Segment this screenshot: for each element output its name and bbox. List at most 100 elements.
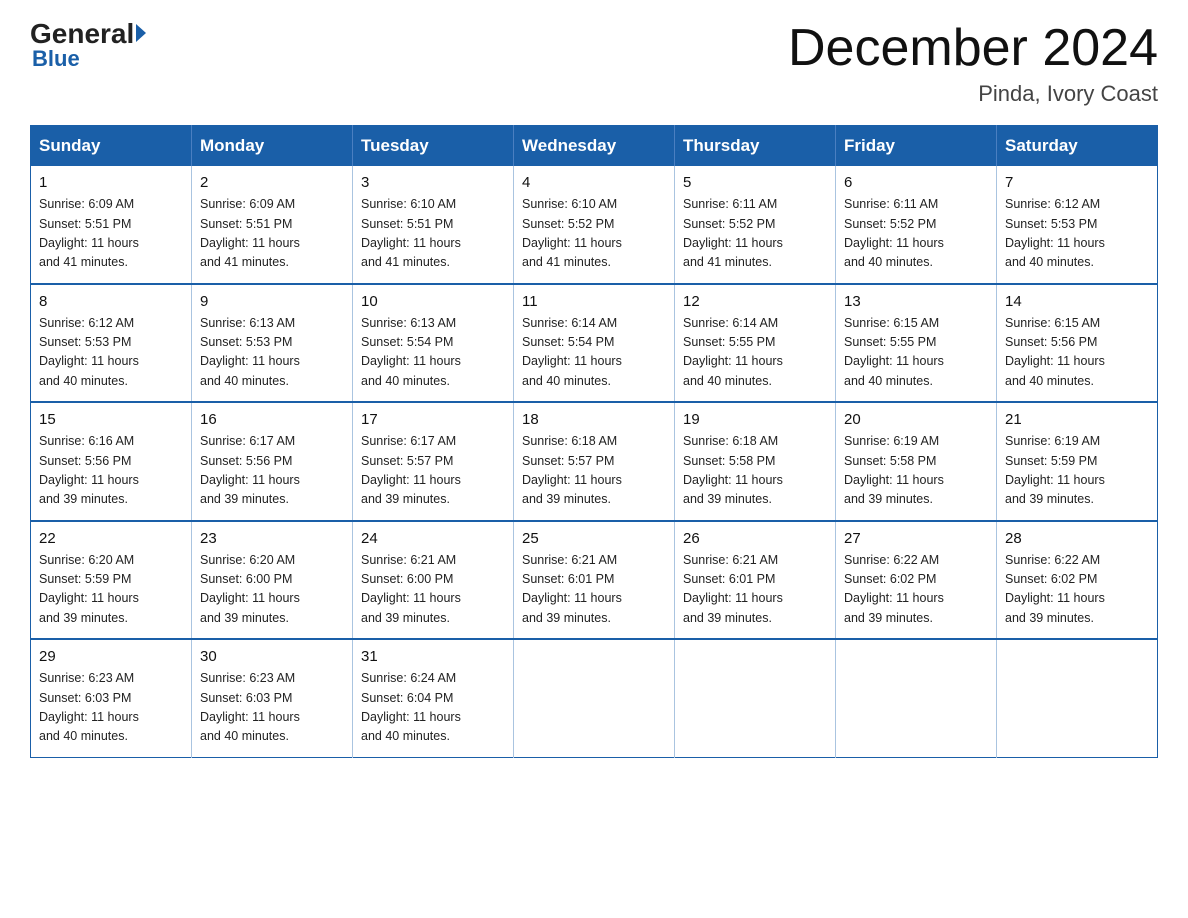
day-info: Sunrise: 6:14 AM Sunset: 5:55 PM Dayligh… — [683, 314, 827, 392]
day-number: 3 — [361, 174, 505, 191]
location: Pinda, Ivory Coast — [788, 81, 1158, 107]
day-number: 31 — [361, 648, 505, 665]
day-number: 8 — [39, 293, 183, 310]
day-info: Sunrise: 6:20 AM Sunset: 5:59 PM Dayligh… — [39, 551, 183, 629]
calendar-cell: 31 Sunrise: 6:24 AM Sunset: 6:04 PM Dayli… — [353, 639, 514, 757]
day-number: 24 — [361, 530, 505, 547]
day-number: 11 — [522, 293, 666, 310]
calendar-cell: 1 Sunrise: 6:09 AM Sunset: 5:51 PM Daylig… — [31, 166, 192, 284]
day-info: Sunrise: 6:12 AM Sunset: 5:53 PM Dayligh… — [39, 314, 183, 392]
day-info: Sunrise: 6:17 AM Sunset: 5:57 PM Dayligh… — [361, 432, 505, 510]
month-title: December 2024 — [788, 20, 1158, 77]
day-number: 12 — [683, 293, 827, 310]
calendar-week-5: 29 Sunrise: 6:23 AM Sunset: 6:03 PM Dayli… — [31, 639, 1158, 757]
day-number: 18 — [522, 411, 666, 428]
day-info: Sunrise: 6:15 AM Sunset: 5:56 PM Dayligh… — [1005, 314, 1149, 392]
calendar-header-row: SundayMondayTuesdayWednesdayThursdayFrid… — [31, 126, 1158, 167]
calendar-header-monday: Monday — [192, 126, 353, 167]
calendar-cell: 22Sunrise: 6:20 AM Sunset: 5:59 PM Dayli… — [31, 521, 192, 640]
calendar-cell: 13 Sunrise: 6:15 AM Sunset: 5:55 PM Dayli… — [836, 284, 997, 403]
calendar-cell: 11 Sunrise: 6:14 AM Sunset: 5:54 PM Dayli… — [514, 284, 675, 403]
calendar-cell: 2 Sunrise: 6:09 AM Sunset: 5:51 PM Daylig… — [192, 166, 353, 284]
day-info: Sunrise: 6:09 AM Sunset: 5:51 PM Dayligh… — [39, 195, 183, 273]
calendar-cell: 10 Sunrise: 6:13 AM Sunset: 5:54 PM Dayli… — [353, 284, 514, 403]
day-number: 13 — [844, 293, 988, 310]
calendar-week-1: 1 Sunrise: 6:09 AM Sunset: 5:51 PM Daylig… — [31, 166, 1158, 284]
calendar-cell: 27 Sunrise: 6:22 AM Sunset: 6:02 PM Dayli… — [836, 521, 997, 640]
logo-arrow-icon — [136, 24, 146, 42]
calendar-header-thursday: Thursday — [675, 126, 836, 167]
calendar-table: SundayMondayTuesdayWednesdayThursdayFrid… — [30, 125, 1158, 758]
day-info: Sunrise: 6:11 AM Sunset: 5:52 PM Dayligh… — [844, 195, 988, 273]
calendar-header-wednesday: Wednesday — [514, 126, 675, 167]
day-info: Sunrise: 6:16 AM Sunset: 5:56 PM Dayligh… — [39, 432, 183, 510]
calendar-cell: 6 Sunrise: 6:11 AM Sunset: 5:52 PM Daylig… — [836, 166, 997, 284]
day-number: 29 — [39, 648, 183, 665]
day-info: Sunrise: 6:12 AM Sunset: 5:53 PM Dayligh… — [1005, 195, 1149, 273]
day-number: 1 — [39, 174, 183, 191]
day-info: Sunrise: 6:22 AM Sunset: 6:02 PM Dayligh… — [1005, 551, 1149, 629]
day-info: Sunrise: 6:09 AM Sunset: 5:51 PM Dayligh… — [200, 195, 344, 273]
day-info: Sunrise: 6:10 AM Sunset: 5:52 PM Dayligh… — [522, 195, 666, 273]
calendar-cell: 5Sunrise: 6:11 AM Sunset: 5:52 PM Daylig… — [675, 166, 836, 284]
calendar-cell: 25 Sunrise: 6:21 AM Sunset: 6:01 PM Dayli… — [514, 521, 675, 640]
day-number: 16 — [200, 411, 344, 428]
calendar-cell: 8 Sunrise: 6:12 AM Sunset: 5:53 PM Daylig… — [31, 284, 192, 403]
day-number: 4 — [522, 174, 666, 191]
day-number: 6 — [844, 174, 988, 191]
calendar-cell: 19Sunrise: 6:18 AM Sunset: 5:58 PM Dayli… — [675, 402, 836, 521]
day-info: Sunrise: 6:21 AM Sunset: 6:01 PM Dayligh… — [522, 551, 666, 629]
day-info: Sunrise: 6:14 AM Sunset: 5:54 PM Dayligh… — [522, 314, 666, 392]
day-number: 20 — [844, 411, 988, 428]
day-number: 21 — [1005, 411, 1149, 428]
day-info: Sunrise: 6:24 AM Sunset: 6:04 PM Dayligh… — [361, 669, 505, 747]
calendar-cell — [514, 639, 675, 757]
day-info: Sunrise: 6:13 AM Sunset: 5:53 PM Dayligh… — [200, 314, 344, 392]
day-info: Sunrise: 6:11 AM Sunset: 5:52 PM Dayligh… — [683, 195, 827, 273]
day-number: 30 — [200, 648, 344, 665]
calendar-cell: 17 Sunrise: 6:17 AM Sunset: 5:57 PM Dayli… — [353, 402, 514, 521]
logo-blue: Blue — [30, 46, 80, 72]
logo-general: General — [30, 20, 134, 48]
day-info: Sunrise: 6:22 AM Sunset: 6:02 PM Dayligh… — [844, 551, 988, 629]
day-number: 17 — [361, 411, 505, 428]
day-number: 27 — [844, 530, 988, 547]
calendar-cell: 20 Sunrise: 6:19 AM Sunset: 5:58 PM Dayli… — [836, 402, 997, 521]
calendar-cell: 3 Sunrise: 6:10 AM Sunset: 5:51 PM Daylig… — [353, 166, 514, 284]
day-number: 25 — [522, 530, 666, 547]
day-info: Sunrise: 6:21 AM Sunset: 6:01 PM Dayligh… — [683, 551, 827, 629]
day-info: Sunrise: 6:13 AM Sunset: 5:54 PM Dayligh… — [361, 314, 505, 392]
calendar-cell: 9 Sunrise: 6:13 AM Sunset: 5:53 PM Daylig… — [192, 284, 353, 403]
day-number: 10 — [361, 293, 505, 310]
calendar-cell: 30Sunrise: 6:23 AM Sunset: 6:03 PM Dayli… — [192, 639, 353, 757]
calendar-cell: 14 Sunrise: 6:15 AM Sunset: 5:56 PM Dayli… — [997, 284, 1158, 403]
day-info: Sunrise: 6:10 AM Sunset: 5:51 PM Dayligh… — [361, 195, 505, 273]
title-block: December 2024 Pinda, Ivory Coast — [788, 20, 1158, 107]
day-number: 15 — [39, 411, 183, 428]
day-info: Sunrise: 6:18 AM Sunset: 5:57 PM Dayligh… — [522, 432, 666, 510]
logo: General Blue — [30, 20, 146, 72]
day-info: Sunrise: 6:19 AM Sunset: 5:59 PM Dayligh… — [1005, 432, 1149, 510]
day-info: Sunrise: 6:23 AM Sunset: 6:03 PM Dayligh… — [39, 669, 183, 747]
calendar-cell: 26 Sunrise: 6:21 AM Sunset: 6:01 PM Dayli… — [675, 521, 836, 640]
day-number: 14 — [1005, 293, 1149, 310]
calendar-cell: 28 Sunrise: 6:22 AM Sunset: 6:02 PM Dayli… — [997, 521, 1158, 640]
calendar-cell: 29 Sunrise: 6:23 AM Sunset: 6:03 PM Dayli… — [31, 639, 192, 757]
day-number: 26 — [683, 530, 827, 547]
calendar-header-saturday: Saturday — [997, 126, 1158, 167]
day-info: Sunrise: 6:21 AM Sunset: 6:00 PM Dayligh… — [361, 551, 505, 629]
day-number: 28 — [1005, 530, 1149, 547]
calendar-header-friday: Friday — [836, 126, 997, 167]
calendar-cell: 24 Sunrise: 6:21 AM Sunset: 6:00 PM Dayli… — [353, 521, 514, 640]
day-info: Sunrise: 6:19 AM Sunset: 5:58 PM Dayligh… — [844, 432, 988, 510]
calendar-cell — [836, 639, 997, 757]
day-info: Sunrise: 6:17 AM Sunset: 5:56 PM Dayligh… — [200, 432, 344, 510]
day-number: 2 — [200, 174, 344, 191]
day-number: 19 — [683, 411, 827, 428]
calendar-week-2: 8 Sunrise: 6:12 AM Sunset: 5:53 PM Daylig… — [31, 284, 1158, 403]
day-info: Sunrise: 6:15 AM Sunset: 5:55 PM Dayligh… — [844, 314, 988, 392]
calendar-cell — [997, 639, 1158, 757]
day-number: 9 — [200, 293, 344, 310]
calendar-week-4: 22Sunrise: 6:20 AM Sunset: 5:59 PM Dayli… — [31, 521, 1158, 640]
day-info: Sunrise: 6:20 AM Sunset: 6:00 PM Dayligh… — [200, 551, 344, 629]
